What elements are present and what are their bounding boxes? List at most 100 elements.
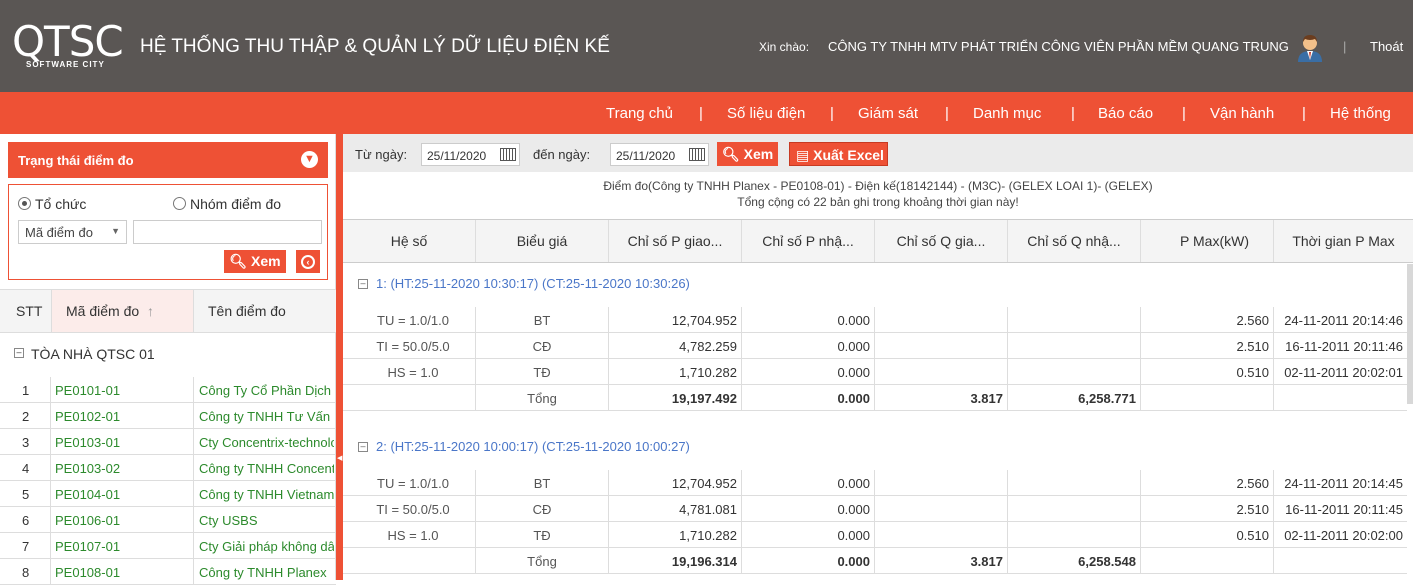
logo-subtitle: SOFTWARE CITY (26, 60, 105, 69)
col-chi-so-p-giao[interactable]: Chỉ số P giao... (609, 220, 742, 262)
cell-pm: 0.510 (1141, 359, 1274, 385)
point-name[interactable]: Công ty TNHH Planex (194, 559, 334, 585)
point-row[interactable]: 2 PE0102-01 Công ty TNHH Tư Vấn (0, 403, 336, 429)
point-row[interactable]: 3PE0103-01Cty Concentrix-technology (0, 429, 336, 455)
point-name[interactable]: Công ty TNHH Tư Vấn (194, 403, 334, 429)
collapse-toggle-icon[interactable]: – (358, 279, 368, 289)
point-code[interactable]: PE0103-02 (51, 455, 194, 481)
radio-to-chuc[interactable]: Tổ chức (18, 196, 86, 212)
user-avatar-icon[interactable] (1296, 32, 1324, 62)
record-group-header[interactable]: –1: (HT:25-11-2020 10:30:17) (CT:25-11-2… (343, 268, 1407, 298)
record-row[interactable]: HS = 1.0 TĐ 1,710.282 0.000 0.510 02-11-2011 … (343, 522, 1407, 548)
cell-p2: 0.000 (742, 470, 875, 496)
point-code[interactable]: PE0106-01 (51, 507, 194, 533)
record-row[interactable]: TI = 50.0/5.0 CĐ 4,782.259 0.000 2.510 16-11-… (343, 333, 1407, 359)
col-stt[interactable]: STT (16, 303, 42, 319)
status-panel-header[interactable]: Trạng thái điểm đo ▼ (8, 142, 328, 178)
cell-tm (1274, 385, 1407, 411)
col-chi-so-p-nhan[interactable]: Chỉ số P nhậ... (742, 220, 875, 262)
panel-splitter[interactable]: ◀ (336, 134, 343, 580)
record-row[interactable]: TU = 1.0/1.0 BT 12,704.952 0.000 2.560 24-11-… (343, 470, 1407, 496)
col-ma-diem-do[interactable]: Mã điểm đo (66, 303, 139, 319)
record-group-header[interactable]: –2: (HT:25-11-2020 10:00:17) (CT:25-11-2… (343, 431, 1407, 461)
nav-trang-chu[interactable]: Trang chủ (606, 105, 673, 122)
point-code[interactable]: PE0108-01 (51, 559, 194, 585)
cell-tm: 16-11-2011 20:11:45 (1285, 502, 1403, 517)
qtsc-logo[interactable]: QTSC SOFTWARE CITY (12, 21, 124, 72)
point-name[interactable]: Cty Concentrix-technology (194, 429, 334, 455)
back-button[interactable]: ‹ (296, 250, 320, 273)
left-view-button[interactable]: 🔍︎ Xem (224, 250, 286, 273)
point-row[interactable]: 6 PE0106-01 Cty USBS (0, 507, 336, 533)
nav-so-lieu-dien[interactable]: Số liệu điện (727, 105, 805, 122)
col-chi-so-q-giao[interactable]: Chỉ số Q gia... (875, 220, 1008, 262)
point-name[interactable]: Cty USBS (194, 507, 334, 533)
point-name[interactable]: Công ty TNHH Vietnam (194, 481, 334, 507)
cell-b: TĐ (476, 359, 609, 385)
cell-q1 (875, 496, 1008, 522)
cell-p2: 0.000 (742, 307, 875, 333)
cell-q1 (875, 359, 1008, 385)
cell-p1: 19,196.314 (609, 548, 742, 574)
sort-arrow-icon[interactable]: ↑ (147, 303, 154, 319)
export-excel-button[interactable]: ▤ Xuất Excel (789, 142, 888, 166)
col-he-so[interactable]: Hệ số (343, 220, 476, 262)
cell-pm: 2.560 (1141, 307, 1274, 333)
calendar-icon[interactable] (689, 148, 705, 161)
collapse-toggle-icon[interactable]: – (14, 348, 24, 358)
collapse-toggle-icon[interactable]: – (358, 442, 368, 452)
col-bieu-gia[interactable]: Biểu giá (476, 220, 609, 262)
col-ten-diem-do[interactable]: Tên điểm đo (208, 303, 286, 319)
point-name[interactable]: Công ty TNHH Concentrix (194, 455, 334, 481)
nav-he-thong[interactable]: Hệ thống (1330, 105, 1391, 122)
nav-danh-muc[interactable]: Danh mục (973, 105, 1041, 122)
collapse-icon[interactable]: ▼ (301, 151, 318, 168)
search-field-select[interactable]: Mã điểm đo ▼ (18, 220, 127, 244)
point-code[interactable]: PE0104-01 (51, 481, 194, 507)
point-row[interactable]: 4PE0103-02Công ty TNHH Concentrix (0, 455, 336, 481)
nav-van-hanh[interactable]: Vận hành (1210, 105, 1274, 122)
point-row[interactable]: 7 PE0107-01 Cty Giải pháp không dây (0, 533, 336, 559)
point-code[interactable]: PE0107-01 (51, 533, 194, 559)
building-group-row[interactable]: – TÒA NHÀ QTSC 01 (0, 339, 336, 369)
meter-info: Điểm đo(Công ty TNHH Planex - PE0108-01)… (343, 178, 1413, 210)
radio-to-chuc-label: Tổ chức (35, 196, 87, 212)
logout-link[interactable]: Thoát (1370, 39, 1403, 54)
record-row[interactable]: TU = 1.0/1.0 BT 12,704.952 0.000 2.560 24-11-… (343, 307, 1407, 333)
nav-separator: | (945, 105, 949, 122)
point-code[interactable]: PE0103-01 (51, 429, 194, 455)
record-group-label: 2: (HT:25-11-2020 10:00:17) (CT:25-11-20… (376, 439, 690, 454)
nav-giam-sat[interactable]: Giám sát (858, 105, 918, 122)
radio-unchecked-icon (173, 197, 186, 210)
app-title: HỆ THỐNG THU THẬP & QUẢN LÝ DỮ LIỆU ĐIỆN… (140, 36, 610, 57)
to-date-input[interactable]: 25/11/2020 (610, 143, 709, 166)
col-chi-so-q-nhan[interactable]: Chỉ số Q nhậ... (1008, 220, 1141, 262)
point-name[interactable]: Công Ty Cổ Phần Dịch Vụ (194, 377, 334, 403)
vertical-scrollbar[interactable] (1407, 264, 1413, 404)
chevron-down-icon: ▼ (111, 226, 120, 236)
point-name[interactable]: Cty Giải pháp không dây (194, 533, 334, 559)
point-row[interactable]: 8 PE0108-01 Công ty TNHH Planex (0, 559, 336, 585)
from-date-input[interactable]: 25/11/2020 (421, 143, 520, 166)
col-thoi-gian-p-max[interactable]: Thời gian P Max (1274, 220, 1413, 262)
radio-nhom-diem-do[interactable]: Nhóm điểm đo (173, 196, 281, 212)
cell-q2: 6,258.548 (1008, 548, 1141, 574)
point-row[interactable]: 1PE0101-01Công Ty Cổ Phần Dịch Vụ (0, 377, 336, 403)
search-input[interactable] (133, 220, 322, 244)
cell-q2 (1008, 307, 1141, 333)
view-button[interactable]: 🔍︎ Xem (717, 142, 778, 166)
record-row[interactable]: Tổng 19,196.314 0.000 3.817 6,258.548 (343, 548, 1407, 574)
calendar-icon[interactable] (500, 148, 516, 161)
record-row[interactable]: Tổng 19,197.492 0.000 3.817 6,258.771 (343, 385, 1407, 411)
point-code[interactable]: PE0102-01 (51, 403, 194, 429)
nav-bao-cao[interactable]: Báo cáo (1098, 105, 1153, 122)
point-stt: 2 (0, 403, 51, 429)
point-grid-header: STT Mã điểm đo ↑ Tên điểm đo (0, 289, 336, 333)
cell-tm: 24-11-2011 20:14:45 (1284, 476, 1403, 491)
point-row[interactable]: 5 PE0104-01 Công ty TNHH Vietnam (0, 481, 336, 507)
point-code[interactable]: PE0101-01 (51, 377, 194, 403)
record-row[interactable]: TI = 50.0/5.0 CĐ 4,781.081 0.000 2.510 16-11-… (343, 496, 1407, 522)
col-p-max[interactable]: P Max(kW) (1141, 220, 1274, 262)
record-row[interactable]: HS = 1.0 TĐ 1,710.282 0.000 0.510 02-11-2011 … (343, 359, 1407, 385)
cell-q1: 3.817 (875, 385, 1008, 411)
